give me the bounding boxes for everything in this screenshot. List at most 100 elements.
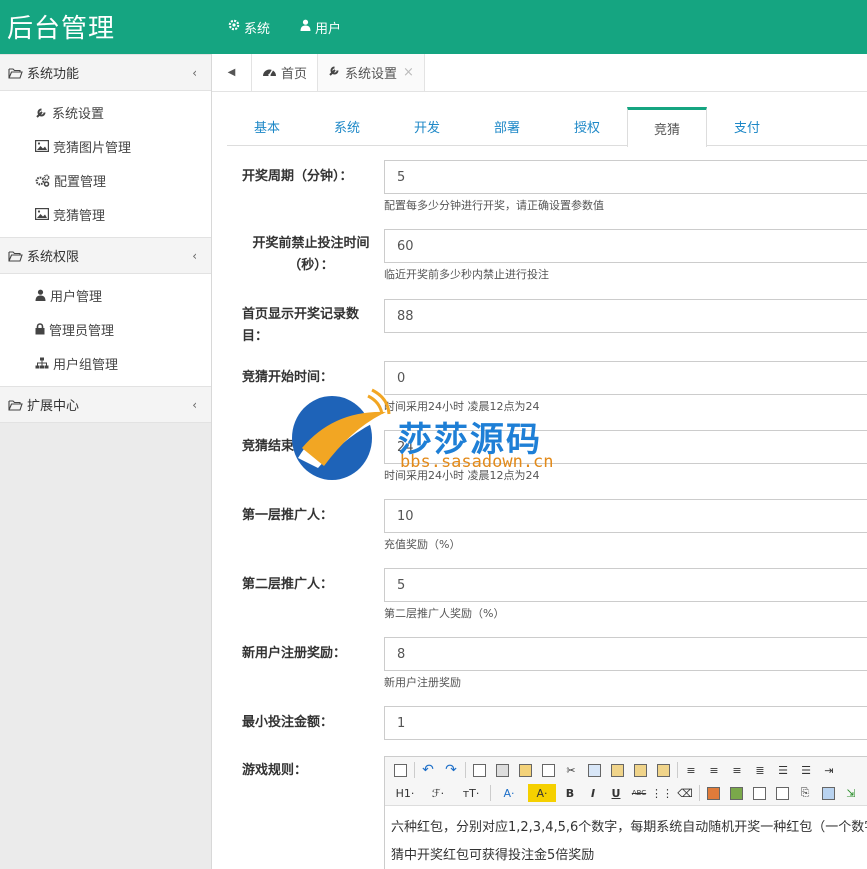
editor-content[interactable]: 六种红包，分别对应1,2,3,4,5,6个数字，每期系统自动随机开奖一种红包（一…: [385, 806, 867, 869]
field-label: 新用户注册奖励：: [242, 646, 347, 661]
align-center-icon[interactable]: ≡: [705, 761, 723, 779]
highlight-color-dropdown[interactable]: A·: [528, 784, 556, 802]
strikethrough-button[interactable]: ABC: [630, 784, 648, 802]
subtab-payment[interactable]: 支付: [707, 107, 787, 146]
field-label: 第二层推广人：: [242, 577, 334, 592]
folder-open-icon: [8, 67, 23, 79]
sidebar-group-permission-head[interactable]: 系统权限 ‹: [0, 237, 211, 274]
subtab-develop[interactable]: 开发: [387, 107, 467, 146]
level2-promoter-input[interactable]: 5: [384, 568, 867, 602]
subtab-guess[interactable]: 竞猜: [627, 107, 707, 147]
min-bet-input[interactable]: 1: [384, 706, 867, 740]
align-right-icon[interactable]: ≡: [728, 761, 746, 779]
paste-icon[interactable]: [608, 761, 626, 779]
ordered-list-icon[interactable]: ☰: [774, 761, 792, 779]
hr-icon[interactable]: ⇲: [842, 784, 860, 802]
home-record-count-input[interactable]: 88: [384, 299, 867, 333]
underline-button[interactable]: U: [607, 784, 625, 802]
image-icon: [35, 140, 49, 152]
align-left-icon[interactable]: ≡: [682, 761, 700, 779]
font-size-dropdown[interactable]: тT·: [457, 784, 485, 802]
subtab-license[interactable]: 授权: [547, 107, 627, 146]
sidebar-group-extension-head[interactable]: 扩展中心 ‹: [0, 386, 211, 423]
sidebar-item-guess-images[interactable]: 竞猜图片管理: [0, 129, 211, 163]
sidebar-item-user-manage[interactable]: 用户管理: [0, 278, 211, 312]
media-icon[interactable]: [773, 784, 791, 802]
code-icon[interactable]: [539, 761, 557, 779]
flash-icon[interactable]: [750, 784, 768, 802]
table-icon[interactable]: [819, 784, 837, 802]
attachment-icon[interactable]: ⎘: [796, 784, 814, 802]
field-help: 时间采用24小时 凌晨12点为24: [384, 400, 540, 413]
wrench-icon: [328, 64, 345, 81]
tab-system-settings[interactable]: 系统设置 ×: [318, 54, 425, 91]
top-nav-system[interactable]: 系统: [228, 18, 270, 37]
editor-paragraph: 猜中开奖红包可获得投注金5倍奖励: [391, 848, 595, 863]
editor-paragraph: 六种红包，分别对应1,2,3,4,5,6个数字，每期系统自动随机开奖一种红包（一…: [391, 820, 867, 835]
field-label: 开奖前禁止投注时间（秒）：: [252, 236, 370, 273]
sidebar-group-permission: 系统权限 ‹ 用户管理 管理员管理 用户组管理: [0, 237, 211, 386]
top-nav-user-label: 用户: [315, 21, 342, 37]
draw-period-input[interactable]: 5: [384, 160, 867, 194]
print-icon[interactable]: [493, 761, 511, 779]
template-icon[interactable]: [516, 761, 534, 779]
undo-icon[interactable]: ↶: [419, 761, 437, 779]
folder-open-icon: [8, 250, 23, 262]
field-help: 时间采用24小时 凌晨12点为24: [384, 469, 540, 482]
top-nav-user[interactable]: 用户: [300, 18, 341, 37]
subtab-deploy[interactable]: 部署: [467, 107, 547, 146]
eraser-icon[interactable]: ⌫: [676, 784, 694, 802]
bold-button[interactable]: B: [561, 784, 579, 802]
sidebar-item-system-settings[interactable]: 系统设置: [0, 95, 211, 129]
sidebar-group-permission-items: 用户管理 管理员管理 用户组管理: [0, 274, 211, 386]
cut-icon[interactable]: ✂: [562, 761, 580, 779]
app-header: 后台管理 系统 用户: [0, 0, 867, 54]
guess-end-input[interactable]: 24: [384, 430, 867, 464]
chevron-left-icon: ‹: [192, 249, 197, 263]
editor-toolbar-row-1: ↶ ↷ ✂ ≡ ≡ ≡ ≣ ☰ ☰ ⇥: [391, 759, 843, 781]
editor-toolbar-row-2: H1· ℱ· тT· A· A· B I U ABC ⋮⋮ ⌫ ⎘ ⇲: [391, 782, 865, 804]
copy-icon[interactable]: [585, 761, 603, 779]
register-reward-input[interactable]: 8: [384, 637, 867, 671]
lock-icon: [35, 323, 45, 335]
guess-start-input[interactable]: 0: [384, 361, 867, 395]
align-justify-icon[interactable]: ≣: [751, 761, 769, 779]
level1-promoter-input[interactable]: 10: [384, 499, 867, 533]
sidebar-item-guess-manage[interactable]: 竞猜管理: [0, 197, 211, 231]
page-tabbar: ◀ 首页 系统设置 ×: [212, 54, 867, 92]
subtab-basic[interactable]: 基本: [227, 107, 307, 146]
close-icon[interactable]: ×: [403, 65, 414, 80]
sidebar-item-config[interactable]: 配置管理: [0, 163, 211, 197]
multi-image-icon[interactable]: [727, 784, 745, 802]
font-color-dropdown[interactable]: A·: [495, 784, 523, 802]
tab-home[interactable]: 首页: [252, 54, 319, 91]
redo-icon[interactable]: ↷: [442, 761, 460, 779]
app-logo[interactable]: 后台管理: [7, 8, 115, 45]
tab-scroll-left-button[interactable]: ◀: [212, 54, 252, 91]
heading-dropdown[interactable]: H1·: [391, 784, 419, 802]
select-all-icon[interactable]: ⋮⋮: [651, 784, 673, 802]
subtab-system[interactable]: 系统: [307, 107, 387, 146]
wrench-icon: [35, 106, 48, 119]
main-content: 基本 系统 开发 部署 授权 竞猜 支付 开奖周期（分钟）： 5 配置每多少分钟…: [212, 92, 867, 869]
sidebar-group-system-head[interactable]: 系统功能 ‹: [0, 54, 211, 91]
sidebar-item-usergroup-manage[interactable]: 用户组管理: [0, 346, 211, 380]
bet-lock-time-input[interactable]: 60: [384, 229, 867, 263]
field-help: 新用户注册奖励: [384, 676, 461, 689]
unordered-list-icon[interactable]: ☰: [797, 761, 815, 779]
preview-icon[interactable]: [470, 761, 488, 779]
image-upload-icon[interactable]: [704, 784, 722, 802]
gear-icon: [228, 19, 244, 35]
sidebar-item-label: 竞猜管理: [53, 208, 106, 224]
font-family-dropdown[interactable]: ℱ·: [424, 784, 452, 802]
source-icon[interactable]: [391, 761, 409, 779]
paste-word-icon[interactable]: [654, 761, 672, 779]
indent-icon[interactable]: ⇥: [820, 761, 838, 779]
paste-text-icon[interactable]: [631, 761, 649, 779]
italic-button[interactable]: I: [584, 784, 602, 802]
sidebar: 系统功能 ‹ 系统设置 竞猜图片管理 配置管理 竞猜管理 系统权限 ‹ 用户管理…: [0, 54, 212, 869]
field-label: 首页显示开奖记录数目：: [242, 307, 360, 344]
sidebar-item-admin-manage[interactable]: 管理员管理: [0, 312, 211, 346]
chevron-left-icon: ‹: [192, 398, 197, 412]
sidebar-group-extension: 扩展中心 ‹: [0, 386, 211, 423]
